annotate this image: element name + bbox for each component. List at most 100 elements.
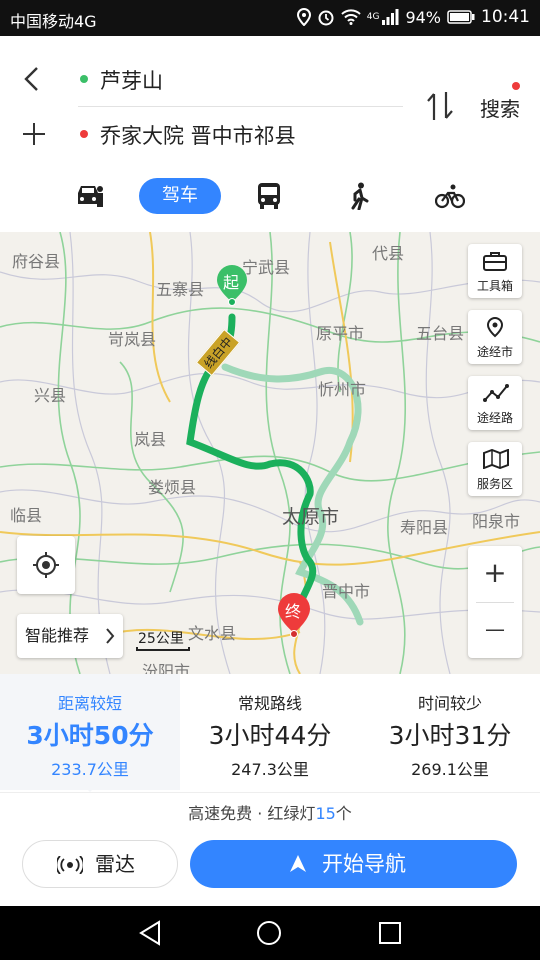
system-nav-bar xyxy=(0,906,540,960)
chevron-right-icon xyxy=(106,628,115,644)
route-tag: 距离较短 xyxy=(57,694,122,713)
end-marker-label: 终 xyxy=(285,602,302,621)
service-area-button[interactable]: 服务区 xyxy=(468,442,522,496)
search-button[interactable]: 搜索 xyxy=(480,93,520,122)
mode-bike[interactable] xyxy=(425,178,475,214)
route-tag: 常规路线 xyxy=(237,694,302,713)
wifi-icon xyxy=(341,9,361,25)
map-label: 兴县 xyxy=(34,386,67,405)
scale-label: 25公里 xyxy=(138,631,184,647)
map-label: 阳泉市 xyxy=(472,512,521,531)
mode-taxi[interactable] xyxy=(65,178,115,214)
route-distance: 247.3公里 xyxy=(231,760,309,779)
route-time: 3小时44分 xyxy=(208,721,332,750)
route-option-regular[interactable]: 常规路线 3小时44分 247.3公里 xyxy=(180,674,360,790)
via-city-icon xyxy=(486,317,504,338)
via-city-button[interactable]: 途经市 xyxy=(468,310,522,364)
route-info-suffix: 个 xyxy=(335,804,352,823)
locate-icon xyxy=(33,552,59,578)
nav-recents-icon[interactable] xyxy=(378,921,402,945)
map-label: 寿阳县 xyxy=(400,518,449,537)
carrier-label: 中国移动4G xyxy=(10,12,97,31)
map-label: 娄烦县 xyxy=(148,478,197,497)
route-time: 3小时31分 xyxy=(388,721,512,750)
smart-recommend-label: 智能推荐 xyxy=(25,626,90,645)
mode-bus[interactable] xyxy=(244,178,294,214)
route-info-prefix: 高速免费 · 红绿灯 xyxy=(188,804,316,823)
route-options: 距离较短 3小时50分 233.7公里 常规路线 3小时44分 247.3公里 … xyxy=(0,674,540,792)
route-option-shortest[interactable]: 距离较短 3小时50分 233.7公里 xyxy=(0,674,180,790)
toolbox-label: 工具箱 xyxy=(476,279,513,293)
route-tag: 时间较少 xyxy=(417,694,482,713)
walk-icon xyxy=(351,182,369,210)
route-info: 高速免费 · 红绿灯15个 xyxy=(0,800,540,824)
transit-car-icon xyxy=(78,186,103,207)
nav-back-icon[interactable] xyxy=(138,920,162,946)
map-label: 汾阳市 xyxy=(142,662,191,674)
destination-dot xyxy=(80,130,88,138)
search-notice-dot xyxy=(512,82,520,90)
radar-label: 雷达 xyxy=(95,852,135,876)
map-label: 宁武县 xyxy=(242,258,291,277)
map-label: 岢岚县 xyxy=(108,330,157,349)
mode-drive-tab[interactable]: 驾车 xyxy=(139,178,221,214)
bus-icon xyxy=(258,183,280,209)
route-distance: 233.7公里 xyxy=(51,760,129,779)
route-distance: 269.1公里 xyxy=(411,760,489,779)
add-waypoint-icon[interactable] xyxy=(22,122,46,146)
mode-walk[interactable] xyxy=(335,178,385,214)
end-marker[interactable]: 终 xyxy=(277,592,311,638)
map-label: 太原市 xyxy=(282,506,340,528)
battery-icon xyxy=(447,10,475,24)
via-road-label: 途经路 xyxy=(476,411,513,425)
status-icons: 4G 94% 10:41 xyxy=(296,7,530,27)
route-option-fastest[interactable]: 时间较少 3小时31分 269.1公里 xyxy=(360,674,540,790)
start-navigation-button[interactable]: 开始导航 xyxy=(190,840,517,888)
locate-button[interactable] xyxy=(17,536,75,594)
scale-bar xyxy=(136,647,190,651)
map-label: 五台县 xyxy=(416,324,465,343)
smart-recommend-button[interactable]: 智能推荐 xyxy=(17,614,123,658)
route-divider xyxy=(0,792,540,793)
location-icon xyxy=(296,8,311,26)
map-label: 代县 xyxy=(372,244,405,263)
via-road-button[interactable]: 途经路 xyxy=(468,376,522,430)
toolbox-icon xyxy=(483,252,507,271)
clock: 10:41 xyxy=(481,7,530,27)
origin-dot xyxy=(80,75,88,83)
network-type: 4G xyxy=(366,12,380,22)
toolbox-button[interactable]: 工具箱 xyxy=(468,244,522,298)
bike-icon xyxy=(435,184,465,209)
via-road-icon xyxy=(483,384,509,402)
status-bar: 中国移动4G 4G 94% 10:41 xyxy=(0,0,540,36)
battery-percent: 94% xyxy=(405,7,441,27)
map-view[interactable]: 府谷县 宁武县 代县 五寨县 岢岚县 原平市 五台县 兴县 忻州市 岚县 娄烦县… xyxy=(0,232,540,674)
map-canvas xyxy=(0,232,540,674)
zoom-out-button[interactable]: — xyxy=(468,602,522,658)
alarm-icon xyxy=(318,10,334,26)
start-marker[interactable]: 起 xyxy=(216,264,248,306)
swap-icon[interactable] xyxy=(425,90,455,122)
map-label: 五寨县 xyxy=(156,280,205,299)
service-area-label: 服务区 xyxy=(476,477,513,491)
field-divider xyxy=(78,106,403,107)
map-label: 原平市 xyxy=(316,324,365,343)
back-arrow-icon[interactable] xyxy=(22,66,42,92)
map-label: 文水县 xyxy=(188,624,237,643)
nav-home-icon[interactable] xyxy=(256,920,282,946)
route-time: 3小时50分 xyxy=(26,721,154,750)
map-label: 临县 xyxy=(10,506,43,525)
start-navigation-label: 开始导航 xyxy=(322,852,406,876)
map-label: 忻州市 xyxy=(318,380,367,399)
navigation-arrow-icon xyxy=(290,855,306,872)
radar-button[interactable]: 雷达 xyxy=(22,840,178,888)
via-city-label: 途经市 xyxy=(476,345,513,359)
origin-field[interactable]: 芦芽山 xyxy=(100,65,163,95)
map-label: 晋中市 xyxy=(322,582,371,601)
selected-pointer-icon xyxy=(82,784,98,792)
zoom-in-button[interactable]: + xyxy=(468,546,522,602)
signal-icon xyxy=(382,9,399,25)
destination-field[interactable]: 乔家大院 晋中市祁县 xyxy=(100,120,296,150)
start-marker-label: 起 xyxy=(223,273,240,292)
map-label: 岚县 xyxy=(134,430,167,449)
